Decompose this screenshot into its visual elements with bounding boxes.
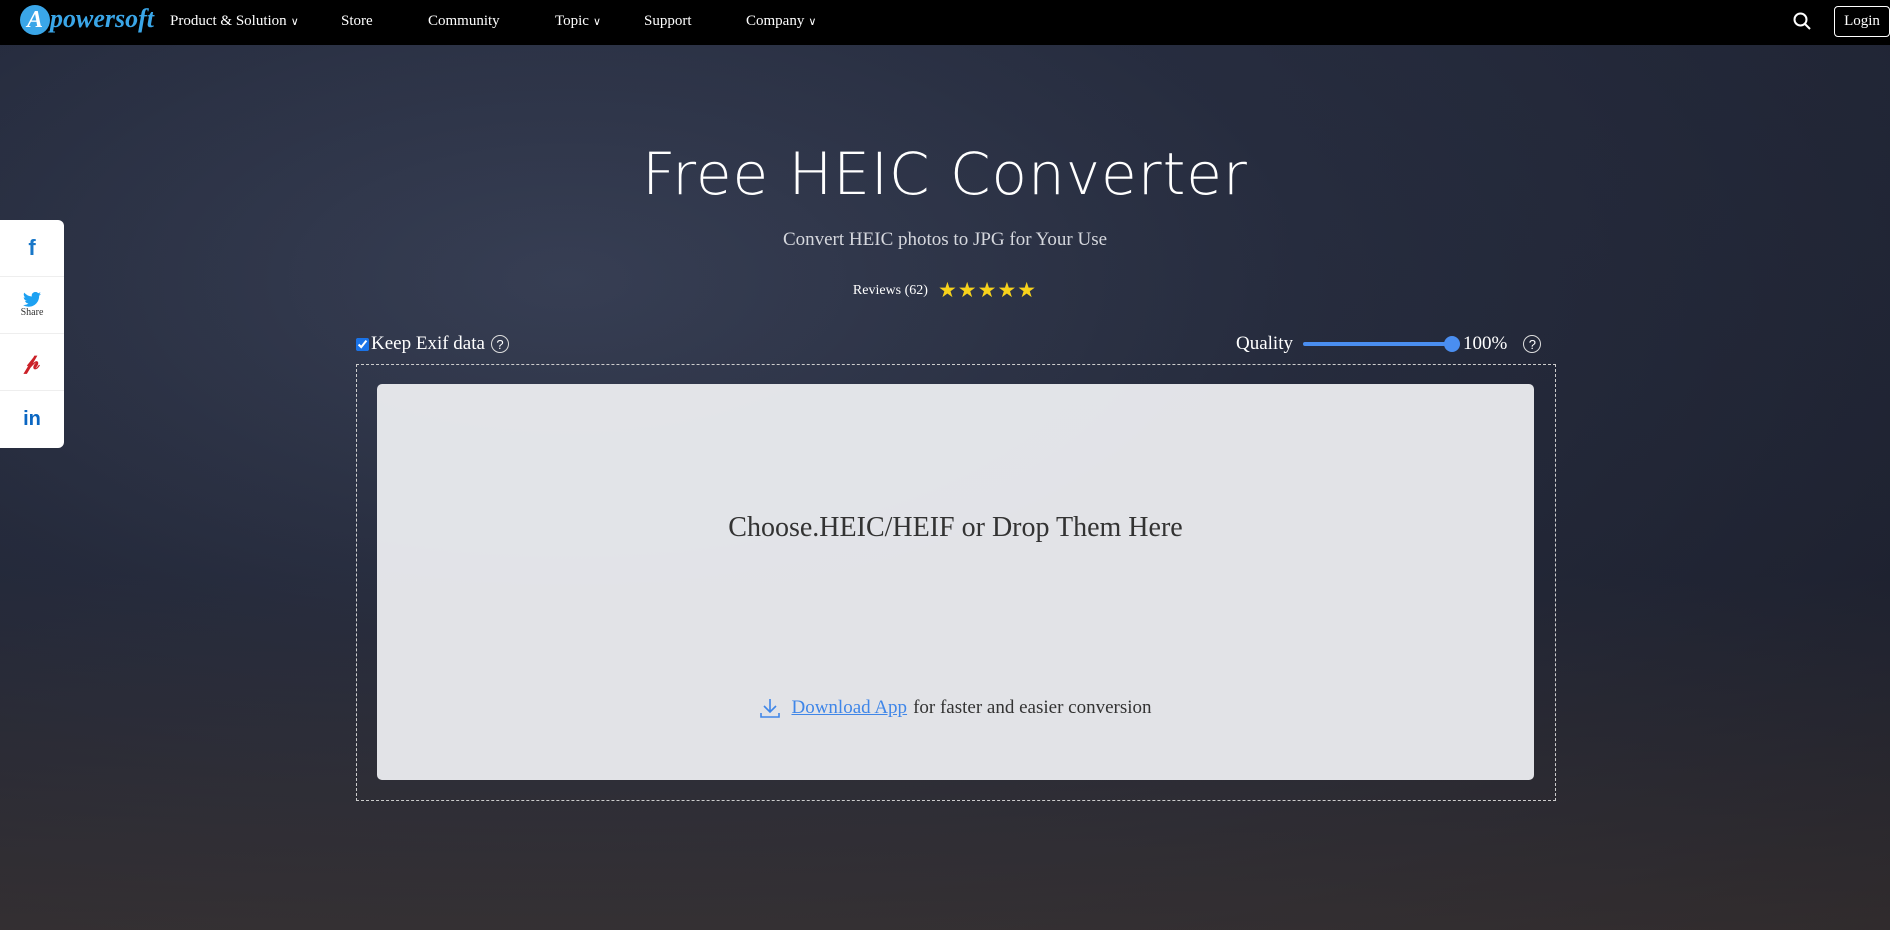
nav-label: Topic [555,13,589,29]
drop-zone-text[interactable]: Choose.HEIC/HEIF or Drop Them Here [377,512,1534,544]
linkedin-share-button[interactable]: in [0,391,64,448]
slider-thumb[interactable] [1444,336,1460,352]
download-suffix: for faster and easier conversion [913,697,1152,718]
nav-company[interactable]: Company ∨ [746,13,816,30]
reviews: Reviews (62) ★★★★★ [0,278,1890,303]
page-title: Free HEIC Converter [642,140,1248,208]
pinterest-share-button[interactable]: 𝓅 [0,334,64,391]
download-app-row: Download App for faster and easier conve… [377,697,1534,719]
quality-label: Quality [1236,333,1293,354]
quality-value: 100% [1463,333,1508,354]
pinterest-icon: 𝓅 [24,349,40,375]
help-icon[interactable]: ? [490,335,509,353]
quality-slider[interactable] [1303,336,1460,352]
keep-exif-option: Keep Exif data ? [356,333,509,355]
login-button[interactable]: Login [1834,6,1890,37]
keep-exif-label[interactable]: Keep Exif data [371,333,485,355]
star-icon: ★ [1017,278,1037,302]
star-rating: ★★★★★ [938,278,1037,303]
social-share-bar: f Share 𝓅 in [0,220,64,448]
star-icon: ★ [997,278,1017,302]
download-app-link[interactable]: Download App [791,697,907,719]
chevron-down-icon: ∨ [592,16,602,28]
page-subtitle: Convert HEIC photos to JPG for Your Use [782,229,1108,250]
help-icon[interactable]: ? [1523,335,1542,353]
file-drop-zone[interactable]: Choose.HEIC/HEIF or Drop Them Here Downl… [377,384,1534,780]
nav-community[interactable]: Community [428,13,500,30]
logo[interactable]: Apowersoft [20,4,154,35]
star-icon: ★ [977,278,997,302]
nav-label: Company [746,13,805,29]
keep-exif-checkbox[interactable] [356,337,369,351]
chevron-down-icon: ∨ [808,16,817,28]
download-icon [760,699,781,718]
nav-label: Product & Solution [170,13,287,29]
quality-control: Quality 100% ? [1236,333,1542,355]
reviews-count[interactable]: Reviews (62) [853,283,928,299]
share-label: Share [20,307,44,318]
nav-store[interactable]: Store [341,13,373,30]
star-icon: ★ [937,278,957,302]
linkedin-icon: in [23,408,41,430]
star-icon: ★ [957,278,977,302]
top-nav: Apowersoft Product & Solution ∨ Store Com… [0,0,1890,45]
chevron-down-icon: ∨ [290,16,299,28]
nav-support[interactable]: Support [644,13,692,30]
search-icon[interactable] [1792,11,1812,31]
nav-product-solution[interactable]: Product & Solution ∨ [170,13,299,30]
nav-topic[interactable]: Topic ∨ [555,13,601,30]
